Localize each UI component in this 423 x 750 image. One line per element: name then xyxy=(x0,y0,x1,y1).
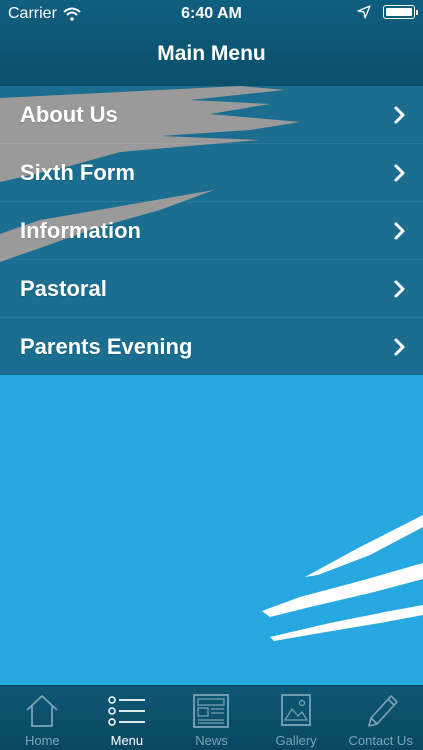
battery-icon xyxy=(383,5,418,19)
tab-label: News xyxy=(195,733,228,748)
menu-item-parents-evening[interactable]: Parents Evening xyxy=(0,318,423,375)
menu-item-label: Parents Evening xyxy=(20,334,193,359)
tab-home[interactable]: Home xyxy=(0,686,85,750)
menu-item-label: Sixth Form xyxy=(20,159,135,185)
chevron-right-icon xyxy=(394,164,405,181)
chevron-right-icon xyxy=(394,280,405,297)
status-right xyxy=(357,5,418,19)
tab-bar: Home Menu News Gallery Contact Us xyxy=(0,685,423,750)
menu-item-pastoral[interactable]: Pastoral xyxy=(0,260,423,318)
main-menu-list: About Us Sixth Form Information Pastoral… xyxy=(0,86,423,375)
pencil-icon xyxy=(367,695,398,727)
background-brush-decoration xyxy=(262,515,423,641)
nav-title: Main Menu xyxy=(157,42,266,65)
menu-item-label: About Us xyxy=(20,101,118,127)
menu-item-information[interactable]: Information xyxy=(0,202,423,260)
list-icon xyxy=(108,696,145,726)
chevron-right-icon xyxy=(394,106,405,123)
chevron-right-icon xyxy=(394,222,405,239)
status-bar: Carrier 6:40 AM xyxy=(0,0,423,30)
menu-item-label: Pastoral xyxy=(20,275,107,301)
menu-item-about-us[interactable]: About Us xyxy=(0,86,423,144)
app-screen: Carrier 6:40 AM Main Menu About Us Sixth… xyxy=(0,0,423,750)
tab-label: Menu xyxy=(110,733,144,748)
tab-news[interactable]: News xyxy=(169,686,254,750)
chevron-right-icon xyxy=(394,338,405,356)
location-arrow-icon xyxy=(357,5,371,19)
tab-label: Contact Us xyxy=(348,733,413,748)
top-bar: Carrier 6:40 AM Main Menu xyxy=(0,0,423,86)
tab-label: Home xyxy=(24,733,60,748)
tab-contact-us[interactable]: Contact Us xyxy=(338,686,423,750)
picture-icon xyxy=(281,694,311,726)
tab-gallery[interactable]: Gallery xyxy=(254,686,339,750)
tab-menu[interactable]: Menu xyxy=(85,686,170,750)
menu-item-label: Information xyxy=(20,217,141,243)
menu-item-sixth-form[interactable]: Sixth Form xyxy=(0,144,423,202)
tab-label: Gallery xyxy=(275,733,317,748)
home-icon xyxy=(26,695,58,727)
newspaper-icon xyxy=(193,694,230,728)
